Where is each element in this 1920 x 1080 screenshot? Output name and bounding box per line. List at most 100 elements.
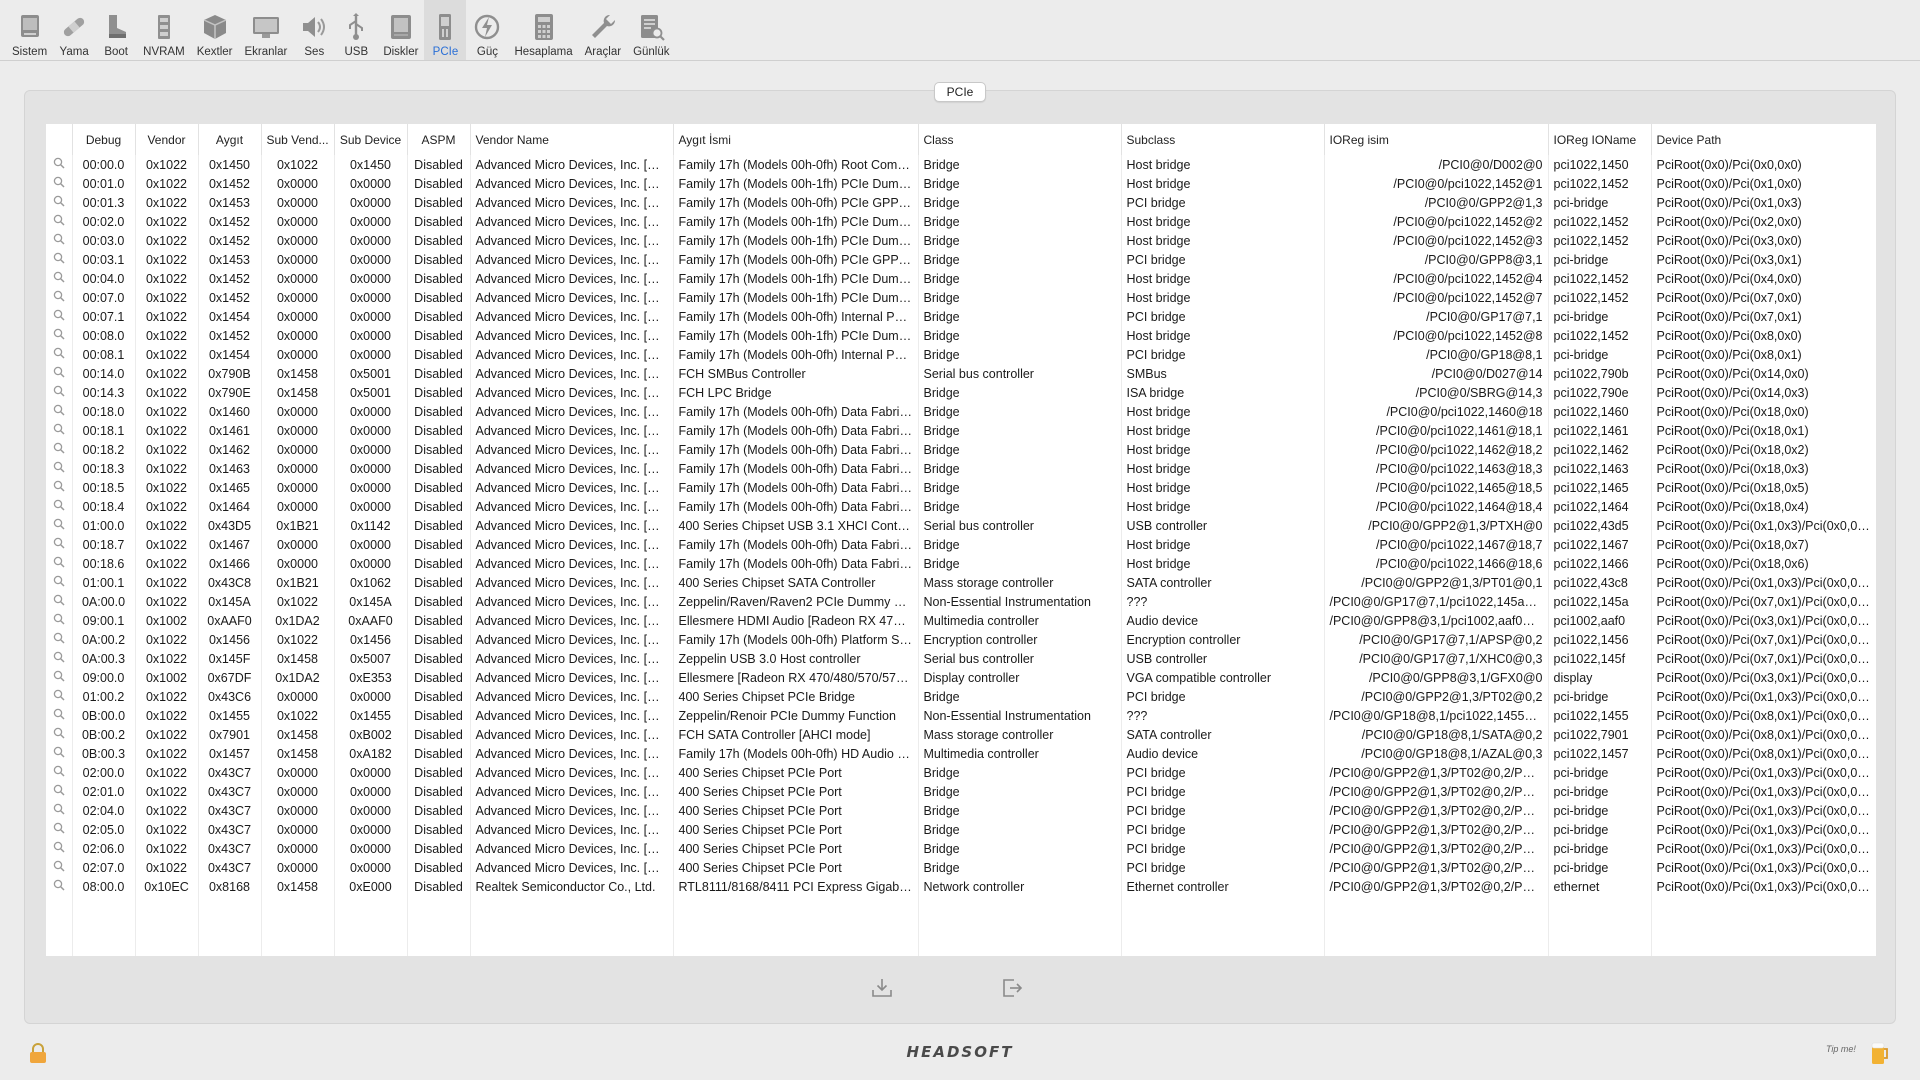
row-search-button[interactable] — [46, 820, 73, 839]
row-search-button[interactable] — [46, 592, 73, 611]
row-search-button[interactable] — [46, 440, 73, 459]
row-search-button[interactable] — [46, 611, 73, 630]
row-search-button[interactable] — [46, 231, 73, 250]
column-header[interactable]: Aygıt İsmi — [673, 124, 919, 155]
row-search-button[interactable] — [46, 763, 73, 782]
row-search-button[interactable] — [46, 668, 73, 687]
table-row[interactable]: 0B:00.3 0x1022 0x1457 0x1458 0xA182 Disabled A… — [46, 744, 1876, 763]
row-search-button[interactable] — [46, 630, 73, 649]
column-header[interactable]: Vendor Name — [470, 124, 674, 155]
row-search-button[interactable] — [46, 155, 73, 174]
tip-me-label[interactable]: Tip me! — [1826, 1044, 1856, 1054]
table-row[interactable]: 01:00.1 0x1022 0x43C8 0x1B21 0x1062 Disabled A… — [46, 573, 1876, 592]
row-search-button[interactable] — [46, 573, 73, 592]
table-row[interactable]: 0A:00.2 0x1022 0x1456 0x1022 0x1456 Disabled A… — [46, 630, 1876, 649]
row-search-button[interactable] — [46, 744, 73, 763]
pcie-device-table[interactable]: Debug Vendor Aygıt Sub Vend... Sub Device ASP… — [46, 124, 1876, 956]
row-search-button[interactable] — [46, 364, 73, 383]
toolbar-tab-nvram[interactable]: NVRAM — [137, 0, 191, 60]
row-search-button[interactable] — [46, 725, 73, 744]
table-row[interactable]: 02:05.0 0x1022 0x43C7 0x0000 0x0000 Disabled A… — [46, 820, 1876, 839]
table-row[interactable]: 00:07.1 0x1022 0x1454 0x0000 0x0000 Disabled A… — [46, 307, 1876, 326]
table-row[interactable]: 00:02.0 0x1022 0x1452 0x0000 0x0000 Disabled A… — [46, 212, 1876, 231]
row-search-button[interactable] — [46, 212, 73, 231]
column-header[interactable]: Aygıt — [198, 124, 262, 155]
table-row[interactable]: 00:00.0 0x1022 0x1450 0x1022 0x1450 Disabled A… — [46, 155, 1876, 174]
table-row[interactable]: 02:04.0 0x1022 0x43C7 0x0000 0x0000 Disabled A… — [46, 801, 1876, 820]
column-header[interactable]: Sub Vend... — [261, 124, 335, 155]
toolbar-tab-sistem[interactable]: Sistem — [6, 0, 53, 60]
toolbar-tab-guc[interactable]: Güç — [466, 0, 508, 60]
table-row[interactable]: 00:18.2 0x1022 0x1462 0x0000 0x0000 Disabled A… — [46, 440, 1876, 459]
table-row[interactable]: 08:00.0 0x10EC 0x8168 0x1458 0xE000 Disabled R… — [46, 877, 1876, 896]
column-header[interactable]: Subclass — [1121, 124, 1325, 155]
row-search-button[interactable] — [46, 554, 73, 573]
table-row[interactable]: 00:18.1 0x1022 0x1461 0x0000 0x0000 Disabled A… — [46, 421, 1876, 440]
column-header[interactable]: IOReg isim — [1324, 124, 1549, 155]
row-search-button[interactable] — [46, 858, 73, 877]
column-header[interactable]: Debug — [72, 124, 136, 155]
toolbar-tab-ekranlar[interactable]: Ekranlar — [238, 0, 293, 60]
row-search-button[interactable] — [46, 402, 73, 421]
column-header[interactable]: Device Path — [1651, 124, 1876, 155]
table-row[interactable]: 0A:00.0 0x1022 0x145A 0x1022 0x145A Disabled A… — [46, 592, 1876, 611]
table-row[interactable]: 0B:00.0 0x1022 0x1455 0x1022 0x1455 Disabled A… — [46, 706, 1876, 725]
table-row[interactable]: 00:18.3 0x1022 0x1463 0x0000 0x0000 Disabled A… — [46, 459, 1876, 478]
table-row[interactable]: 02:00.0 0x1022 0x43C7 0x0000 0x0000 Disabled A… — [46, 763, 1876, 782]
row-search-button[interactable] — [46, 649, 73, 668]
table-row[interactable]: 0A:00.3 0x1022 0x145F 0x1458 0x5007 Disabled A… — [46, 649, 1876, 668]
column-header[interactable]: Sub Device — [334, 124, 408, 155]
table-row[interactable]: 00:14.3 0x1022 0x790E 0x1458 0x5001 Disabled A… — [46, 383, 1876, 402]
exit-button[interactable] — [998, 974, 1026, 1002]
row-search-button[interactable] — [46, 535, 73, 554]
table-row[interactable]: 02:06.0 0x1022 0x43C7 0x0000 0x0000 Disabled A… — [46, 839, 1876, 858]
table-row[interactable]: 00:03.0 0x1022 0x1452 0x0000 0x0000 Disabled A… — [46, 231, 1876, 250]
row-search-button[interactable] — [46, 801, 73, 820]
toolbar-tab-diskler[interactable]: Diskler — [377, 0, 424, 60]
toolbar-tab-yama[interactable]: Yama — [53, 0, 95, 60]
column-header[interactable]: ASPM — [407, 124, 471, 155]
table-row[interactable]: 00:07.0 0x1022 0x1452 0x0000 0x0000 Disabled A… — [46, 288, 1876, 307]
toolbar-tab-ses[interactable]: Ses — [293, 0, 335, 60]
row-search-button[interactable] — [46, 193, 73, 212]
table-row[interactable]: 02:07.0 0x1022 0x43C7 0x0000 0x0000 Disabled A… — [46, 858, 1876, 877]
row-search-button[interactable] — [46, 174, 73, 193]
row-search-button[interactable] — [46, 307, 73, 326]
table-row[interactable]: 09:00.0 0x1002 0x67DF 0x1DA2 0xE353 Disabled A… — [46, 668, 1876, 687]
table-row[interactable]: 00:01.3 0x1022 0x1453 0x0000 0x0000 Disabled A… — [46, 193, 1876, 212]
row-search-button[interactable] — [46, 877, 73, 896]
lock-button[interactable] — [28, 1042, 48, 1064]
row-search-button[interactable] — [46, 459, 73, 478]
table-row[interactable]: 00:08.0 0x1022 0x1452 0x0000 0x0000 Disabled A… — [46, 326, 1876, 345]
row-search-button[interactable] — [46, 421, 73, 440]
table-row[interactable]: 01:00.0 0x1022 0x43D5 0x1B21 0x1142 Disabled A… — [46, 516, 1876, 535]
table-row[interactable]: 00:14.0 0x1022 0x790B 0x1458 0x5001 Disabled A… — [46, 364, 1876, 383]
row-search-button[interactable] — [46, 288, 73, 307]
row-search-button[interactable] — [46, 478, 73, 497]
table-row[interactable]: 00:18.4 0x1022 0x1464 0x0000 0x0000 Disabled A… — [46, 497, 1876, 516]
table-row[interactable]: 02:01.0 0x1022 0x43C7 0x0000 0x0000 Disabled A… — [46, 782, 1876, 801]
row-search-button[interactable] — [46, 497, 73, 516]
toolbar-tab-hesaplama[interactable]: Hesaplama — [508, 0, 578, 60]
table-row[interactable]: 00:08.1 0x1022 0x1454 0x0000 0x0000 Disabled A… — [46, 345, 1876, 364]
toolbar-tab-araclar[interactable]: Araçlar — [579, 0, 627, 60]
row-search-button[interactable] — [46, 706, 73, 725]
column-header[interactable]: Class — [918, 124, 1122, 155]
column-header[interactable]: Vendor — [135, 124, 199, 155]
tip-button[interactable] — [1870, 1040, 1890, 1066]
table-row[interactable]: 09:00.1 0x1002 0xAAF0 0x1DA2 0xAAF0 Disabled A… — [46, 611, 1876, 630]
table-row[interactable]: 00:18.6 0x1022 0x1466 0x0000 0x0000 Disabled A… — [46, 554, 1876, 573]
row-search-button[interactable] — [46, 782, 73, 801]
row-search-button[interactable] — [46, 269, 73, 288]
toolbar-tab-gunluk[interactable]: Günlük — [627, 0, 675, 60]
table-row[interactable]: 0B:00.2 0x1022 0x7901 0x1458 0xB002 Disabled A… — [46, 725, 1876, 744]
table-row[interactable]: 00:18.0 0x1022 0x1460 0x0000 0x0000 Disabled A… — [46, 402, 1876, 421]
toolbar-tab-kextler[interactable]: Kextler — [191, 0, 239, 60]
row-search-button[interactable] — [46, 687, 73, 706]
row-search-button[interactable] — [46, 516, 73, 535]
row-search-button[interactable] — [46, 250, 73, 269]
table-row[interactable]: 00:01.0 0x1022 0x1452 0x0000 0x0000 Disabled A… — [46, 174, 1876, 193]
table-row[interactable]: 01:00.2 0x1022 0x43C6 0x0000 0x0000 Disabled A… — [46, 687, 1876, 706]
table-row[interactable]: 00:04.0 0x1022 0x1452 0x0000 0x0000 Disabled A… — [46, 269, 1876, 288]
table-row[interactable]: 00:18.5 0x1022 0x1465 0x0000 0x0000 Disabled A… — [46, 478, 1876, 497]
